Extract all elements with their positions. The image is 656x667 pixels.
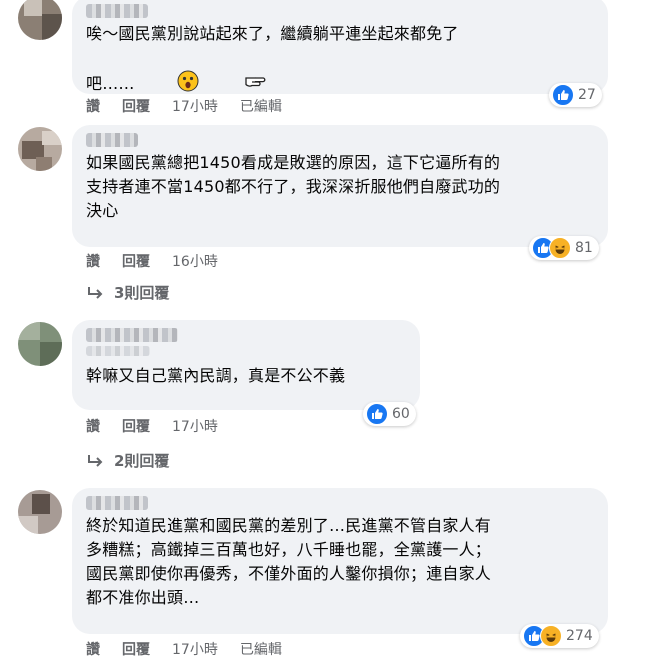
comment-text: 如果國民黨總把1450看成是敗選的原因，這下它逼所有的 支持者連不當1450都不…: [86, 153, 501, 220]
timestamp[interactable]: 16小時: [172, 251, 218, 271]
reaction-count: 274: [566, 628, 593, 644]
haha-icon: [549, 237, 571, 259]
reply-arrow-icon: [88, 286, 103, 299]
like-icon: [552, 84, 574, 106]
like-icon: [366, 403, 388, 425]
edited-label: 已編輯: [239, 642, 282, 658]
timestamp[interactable]: 17小時: [172, 416, 218, 436]
timestamp[interactable]: 17小時: [172, 96, 218, 116]
comment-actions: 讚 回覆 17小時 已編輯: [86, 639, 304, 659]
avatar[interactable]: [18, 0, 62, 40]
reaction-summary[interactable]: 81: [529, 236, 599, 260]
comment-bubble: 終於知道民進黨和國民黨的差別了…民進黨不管自家人有 多糟糕；高鐵掉三百萬也好，八…: [72, 488, 608, 634]
reaction-count: 27: [578, 87, 596, 103]
replies-label[interactable]: 2則回覆: [114, 450, 169, 471]
reaction-count: 81: [575, 240, 593, 256]
reaction-summary[interactable]: 274: [520, 624, 599, 648]
reply-button[interactable]: 回覆: [122, 639, 150, 659]
like-button[interactable]: 讚: [86, 639, 100, 659]
view-replies-link[interactable]: 3則回覆: [86, 282, 169, 303]
reply-button[interactable]: 回覆: [122, 251, 150, 271]
reply-button[interactable]: 回覆: [122, 416, 150, 436]
comment-actions: 讚 回覆 17小時 已編輯: [86, 96, 304, 116]
reply-button[interactable]: 回覆: [122, 96, 150, 116]
author-name[interactable]: [86, 4, 148, 18]
avatar[interactable]: [18, 127, 62, 171]
timestamp[interactable]: 17小時: [172, 639, 218, 659]
like-button[interactable]: 讚: [86, 416, 100, 436]
like-button[interactable]: 讚: [86, 251, 100, 271]
comment-actions: 讚 回覆 16小時: [86, 251, 240, 271]
author-name[interactable]: [86, 328, 178, 342]
comment-actions: 讚 回覆 17小時: [86, 416, 240, 436]
view-replies-link[interactable]: 2則回覆: [86, 450, 169, 471]
comment-bubble: 唉～國民黨別說站起來了，繼續躺平連坐起來都免了 吧……: [72, 0, 608, 94]
like-button[interactable]: 讚: [86, 96, 100, 116]
author-name[interactable]: [86, 133, 138, 147]
comment-bubble: 如果國民黨總把1450看成是敗選的原因，這下它逼所有的 支持者連不當1450都不…: [72, 125, 608, 247]
reply-arrow-icon: [88, 454, 103, 467]
comment-text: 終於知道民進黨和國民黨的差別了…民進黨不管自家人有 多糟糕；高鐵掉三百萬也好，八…: [86, 516, 492, 607]
edited-label: 已編輯: [239, 99, 282, 115]
haha-icon: [540, 625, 562, 647]
reaction-summary[interactable]: 27: [549, 83, 602, 107]
replies-label[interactable]: 3則回覆: [114, 282, 169, 303]
avatar[interactable]: [18, 490, 62, 534]
avatar[interactable]: [18, 322, 62, 366]
reaction-summary[interactable]: 60: [363, 402, 416, 426]
author-name-line-2: [86, 346, 150, 356]
reaction-count: 60: [392, 406, 410, 422]
author-name[interactable]: [86, 496, 148, 510]
comment-bubble: 幹嘛又自己黨內民調，真是不公不義: [72, 320, 420, 410]
comment-text: 幹嘛又自己黨內民調，真是不公不義: [86, 366, 346, 385]
